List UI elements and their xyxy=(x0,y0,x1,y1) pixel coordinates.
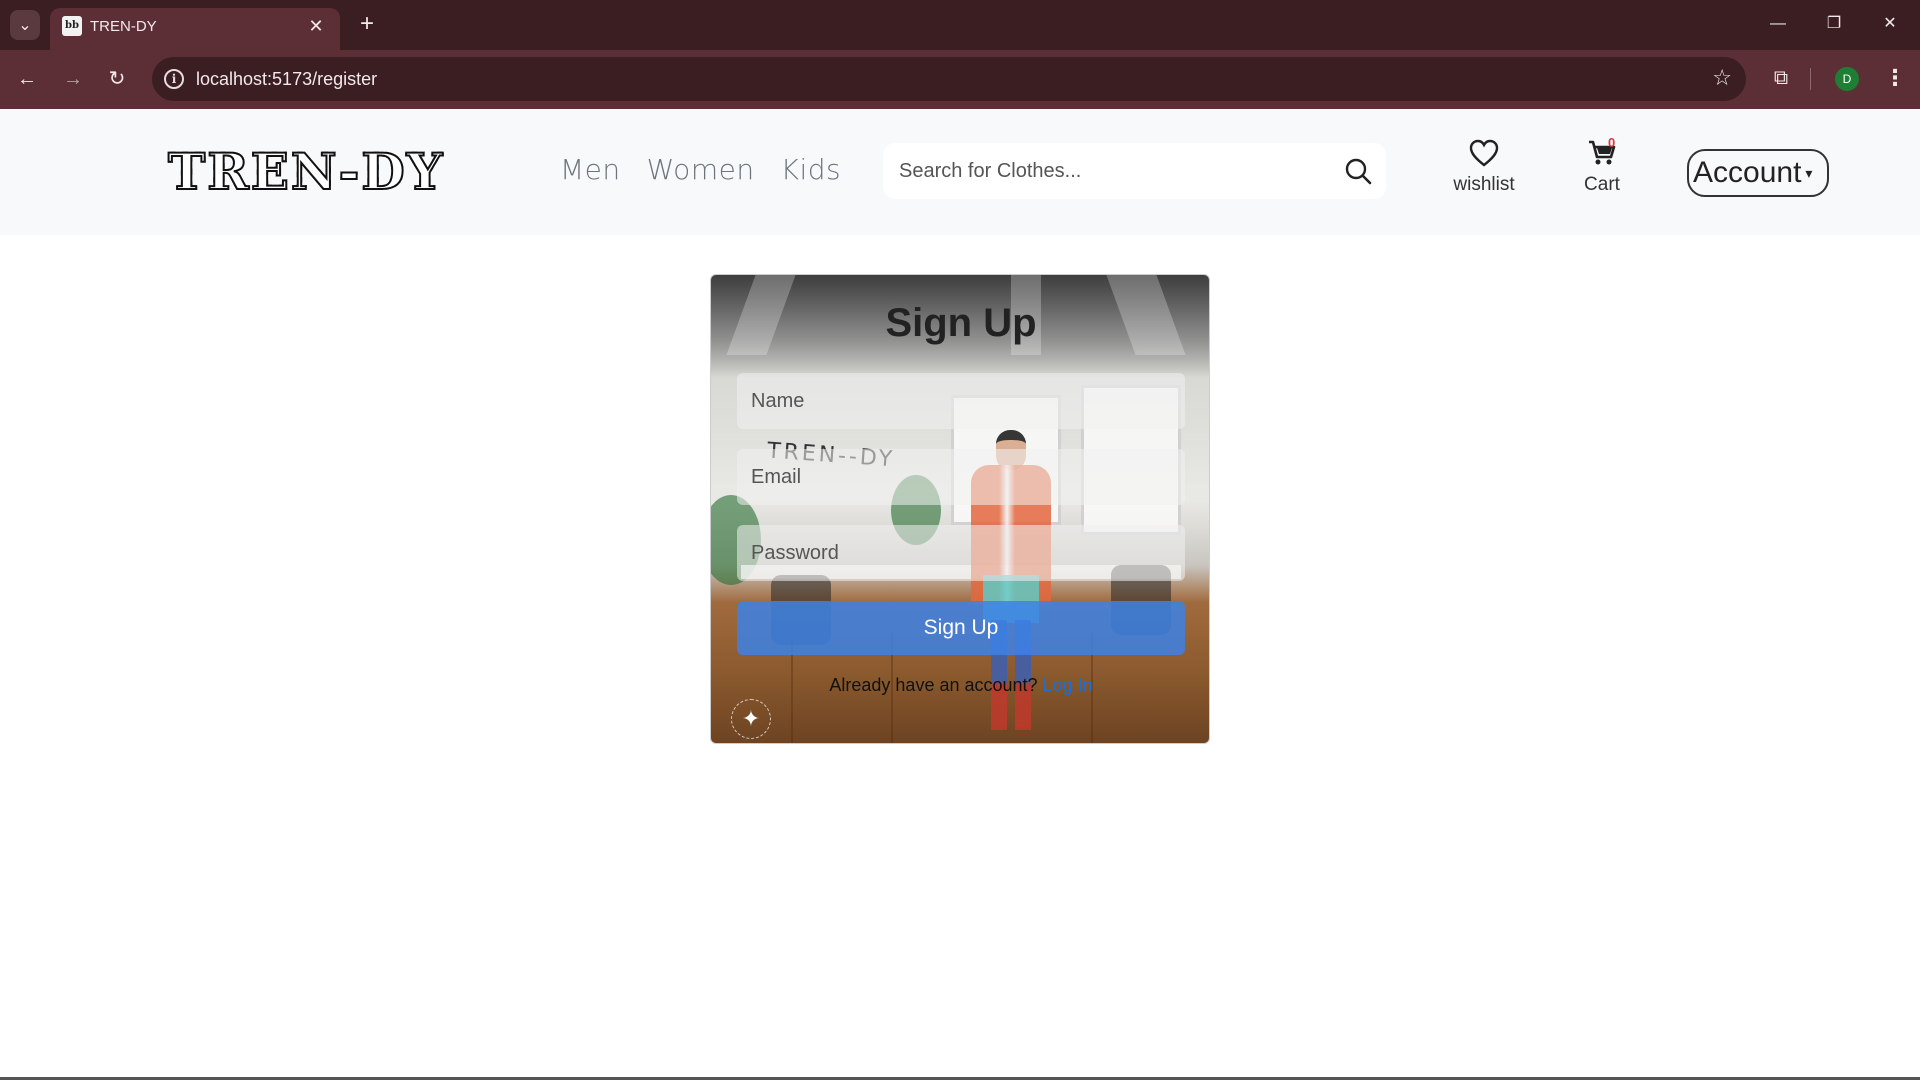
toolbar-divider xyxy=(1810,68,1811,90)
site-favicon-icon: bb xyxy=(62,16,82,36)
plus-icon[interactable]: + xyxy=(352,10,382,40)
site-logo[interactable]: TREN-DY xyxy=(167,142,460,201)
cart-button[interactable]: 0 Cart xyxy=(1576,135,1628,196)
wishlist-label: wishlist xyxy=(1453,174,1515,195)
tab-title: TREN-DY xyxy=(90,18,157,35)
avatar[interactable]: D xyxy=(1835,67,1859,91)
login-prompt-text: Already have an account? xyxy=(829,675,1038,695)
reload-icon[interactable]: ↻ xyxy=(100,62,134,96)
signup-button[interactable]: Sign Up xyxy=(737,601,1185,655)
nav-link-women[interactable]: Women xyxy=(647,153,755,186)
url-text[interactable]: localhost:5173/register xyxy=(196,69,377,90)
browser-toolbar: ← → ↻ i localhost:5173/register ☆ ⧉ D ⋮ xyxy=(0,50,1920,109)
site-header: TREN-DY Men Women Kids wishlist 0 Cart A… xyxy=(0,109,1920,235)
account-dropdown-button[interactable]: Account ▾ xyxy=(1687,149,1829,197)
signup-card: Sign Up TREN--DY Sign Up Already have an… xyxy=(710,274,1210,744)
caret-down-icon: ▾ xyxy=(1805,164,1813,181)
signup-title: Sign Up xyxy=(885,301,1037,345)
minimize-icon[interactable]: — xyxy=(1758,8,1798,40)
search-bar xyxy=(883,143,1386,199)
search-input[interactable] xyxy=(885,143,1325,199)
nav-link-men[interactable]: Men xyxy=(560,153,621,186)
login-link[interactable]: Log In xyxy=(1043,675,1093,695)
login-prompt-row: Already have an account? Log In xyxy=(711,675,1209,696)
heart-icon xyxy=(1469,139,1499,167)
tab-search-button[interactable]: ⌄ xyxy=(10,10,40,40)
star-icon[interactable]: ☆ xyxy=(1712,65,1732,91)
arrow-right-icon[interactable]: → xyxy=(56,62,90,96)
info-icon[interactable]: i xyxy=(164,69,184,89)
nav-link-kids[interactable]: Kids xyxy=(781,153,842,186)
cart-count-badge: 0 xyxy=(1608,135,1616,150)
account-label: Account xyxy=(1693,156,1802,189)
name-field[interactable] xyxy=(737,373,1185,429)
arrow-left-icon[interactable]: ← xyxy=(10,62,44,96)
cart-label: Cart xyxy=(1584,174,1620,195)
email-field[interactable] xyxy=(737,449,1185,505)
puzzle-icon[interactable]: ⧉ xyxy=(1766,63,1796,93)
browser-tab-active[interactable]: bb TREN-DY ✕ xyxy=(50,8,340,50)
chevron-down-icon: ⌄ xyxy=(18,17,32,34)
restore-icon[interactable]: ❐ xyxy=(1814,8,1854,40)
close-window-icon[interactable]: ✕ xyxy=(1870,8,1910,40)
search-icon[interactable] xyxy=(1344,157,1372,185)
wishlist-button[interactable]: wishlist xyxy=(1448,139,1520,196)
password-field[interactable] xyxy=(737,525,1185,581)
close-icon[interactable]: ✕ xyxy=(304,14,328,38)
browser-tab-bar: ⌄ bb TREN-DY ✕ + — ❐ ✕ xyxy=(0,0,1920,50)
logo-text: TREN-DY xyxy=(167,142,445,201)
sparkle-icon: ✦ xyxy=(731,699,771,739)
kebab-menu-icon[interactable]: ⋮ xyxy=(1880,63,1910,93)
main-nav: Men Women Kids xyxy=(560,153,841,186)
address-bar[interactable]: i localhost:5173/register ☆ xyxy=(152,57,1746,101)
